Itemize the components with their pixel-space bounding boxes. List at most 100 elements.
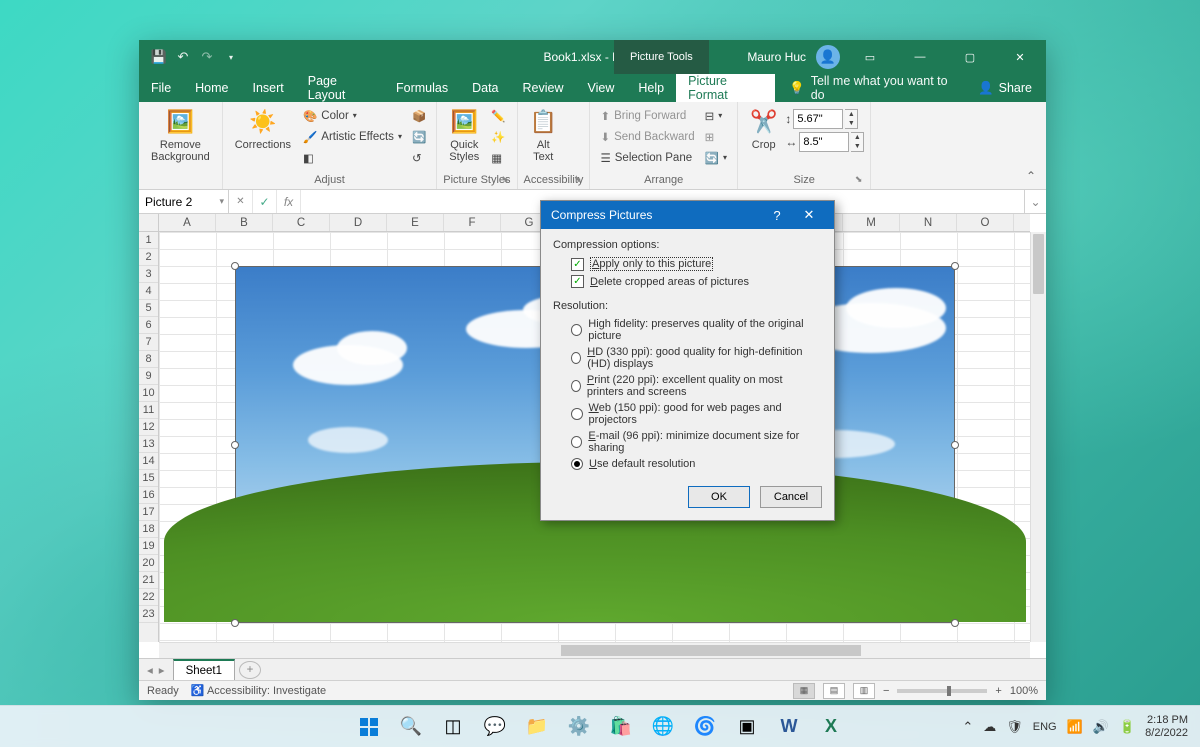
row-header[interactable]: 8 xyxy=(139,351,158,368)
edge-icon[interactable]: 🌀 xyxy=(686,708,724,746)
row-header[interactable]: 11 xyxy=(139,402,158,419)
default-resolution-radio[interactable]: Use default resolution xyxy=(553,456,822,472)
col-header[interactable]: M xyxy=(843,214,900,231)
change-picture-button[interactable]: 🔄 xyxy=(408,126,430,147)
cancel-button[interactable]: Cancel xyxy=(760,486,822,508)
add-sheet-button[interactable]: + xyxy=(239,661,261,679)
row-header[interactable]: 22 xyxy=(139,589,158,606)
fx-enter-icon[interactable]: ✓ xyxy=(253,190,277,213)
width-up-icon[interactable]: ▲ xyxy=(851,133,863,142)
row-header[interactable]: 21 xyxy=(139,572,158,589)
redo-icon[interactable]: ↷ xyxy=(197,47,217,67)
picture-border-button[interactable]: ✏️ xyxy=(487,105,509,126)
page-break-view-icon[interactable]: ▥ xyxy=(853,683,875,699)
terminal-icon[interactable]: ▣ xyxy=(728,708,766,746)
row-header[interactable]: 16 xyxy=(139,487,158,504)
row-header[interactable]: 5 xyxy=(139,300,158,317)
dialog-close-icon[interactable]: ✕ xyxy=(794,201,824,229)
share-button[interactable]: 👤 Share xyxy=(964,74,1046,102)
row-header[interactable]: 23 xyxy=(139,606,158,623)
ok-button[interactable]: OK xyxy=(688,486,750,508)
row-header[interactable]: 7 xyxy=(139,334,158,351)
chat-icon[interactable]: 💬 xyxy=(476,708,514,746)
qat-customize-icon[interactable]: ▾ xyxy=(221,47,241,67)
wifi-icon[interactable]: 📶 xyxy=(1067,719,1083,735)
explorer-icon[interactable]: 📁 xyxy=(518,708,556,746)
row-header[interactable]: 13 xyxy=(139,436,158,453)
start-icon[interactable] xyxy=(350,708,388,746)
accessibility-group-label[interactable]: Accessibility xyxy=(524,172,584,188)
zoom-slider[interactable] xyxy=(897,689,987,693)
row-header[interactable]: 17 xyxy=(139,504,158,521)
page-layout-view-icon[interactable]: ▤ xyxy=(823,683,845,699)
tab-home[interactable]: Home xyxy=(183,74,240,102)
ribbon-display-icon[interactable]: ▭ xyxy=(850,44,890,70)
clock[interactable]: 2:18 PM 8/2/2022 xyxy=(1145,714,1188,739)
collapse-ribbon-icon[interactable]: ⌃ xyxy=(1016,163,1046,189)
tab-review[interactable]: Review xyxy=(511,74,576,102)
height-input[interactable] xyxy=(793,109,843,129)
col-header[interactable]: O xyxy=(957,214,1014,231)
tab-file[interactable]: File xyxy=(139,74,183,102)
size-group-label[interactable]: Size xyxy=(744,172,864,188)
col-header[interactable]: F xyxy=(444,214,501,231)
picture-layout-button[interactable]: ▦ xyxy=(487,147,509,168)
selection-pane-button[interactable]: ☰Selection Pane xyxy=(596,147,698,168)
picture-effects-button[interactable]: ✨ xyxy=(487,126,509,147)
search-icon[interactable]: 🔍 xyxy=(392,708,430,746)
row-header[interactable]: 4 xyxy=(139,283,158,300)
volume-icon[interactable]: 🔊 xyxy=(1093,719,1109,735)
sheet-prev-icon[interactable]: ◂ xyxy=(147,663,153,677)
delete-cropped-checkbox[interactable]: ✓ Delete cropped areas of pictures xyxy=(553,273,822,290)
tell-me-search[interactable]: 💡 Tell me what you want to do xyxy=(775,74,964,102)
row-header[interactable]: 6 xyxy=(139,317,158,334)
fx-icon[interactable]: fx xyxy=(277,190,301,213)
settings-icon[interactable]: ⚙️ xyxy=(560,708,598,746)
col-header[interactable]: D xyxy=(330,214,387,231)
height-up-icon[interactable]: ▲ xyxy=(845,110,857,119)
transparency-button[interactable]: ◧ xyxy=(299,147,406,168)
task-view-icon[interactable]: ◫ xyxy=(434,708,472,746)
compress-pictures-button[interactable]: 📦 xyxy=(408,105,430,126)
row-header[interactable]: 9 xyxy=(139,368,158,385)
web-radio[interactable]: Web (150 ppi): good for web pages and pr… xyxy=(553,400,822,428)
language-indicator[interactable]: ENG xyxy=(1033,721,1057,733)
tab-formulas[interactable]: Formulas xyxy=(384,74,460,102)
group-button[interactable]: ⊞ xyxy=(701,126,731,147)
tab-insert[interactable]: Insert xyxy=(241,74,296,102)
color-button[interactable]: 🎨Color▾ xyxy=(299,105,406,126)
sheet-tab-sheet1[interactable]: Sheet1 xyxy=(173,659,235,680)
row-header[interactable]: 19 xyxy=(139,538,158,555)
close-icon[interactable]: ✕ xyxy=(1000,44,1040,70)
artistic-effects-button[interactable]: 🖌️Artistic Effects▾ xyxy=(299,126,406,147)
resize-handle[interactable] xyxy=(231,441,239,449)
print-radio[interactable]: Print (220 ppi): excellent quality on mo… xyxy=(553,372,822,400)
word-icon[interactable]: W xyxy=(770,708,808,746)
store-icon[interactable]: 🛍️ xyxy=(602,708,640,746)
tab-page-layout[interactable]: Page Layout xyxy=(296,74,384,102)
row-header[interactable]: 10 xyxy=(139,385,158,402)
dialog-titlebar[interactable]: Compress Pictures ? ✕ xyxy=(541,201,834,229)
accessibility-status[interactable]: ♿ Accessibility: Investigate xyxy=(191,684,326,697)
fx-cancel-icon[interactable]: ✕ xyxy=(229,190,253,213)
hd-radio[interactable]: HD (330 ppi): good quality for high-defi… xyxy=(553,344,822,372)
zoom-level[interactable]: 100% xyxy=(1010,685,1038,697)
tray-overflow-icon[interactable]: ⌃ xyxy=(962,719,973,735)
battery-icon[interactable]: 🔋 xyxy=(1119,719,1135,735)
zoom-out-icon[interactable]: − xyxy=(883,685,889,697)
align-button[interactable]: ⊟▾ xyxy=(701,105,731,126)
col-header[interactable]: N xyxy=(900,214,957,231)
tab-view[interactable]: View xyxy=(576,74,627,102)
quick-styles-button[interactable]: 🖼️ Quick Styles xyxy=(443,105,485,165)
maximize-icon[interactable]: ▢ xyxy=(950,44,990,70)
tab-data[interactable]: Data xyxy=(460,74,510,102)
corrections-button[interactable]: ☀️ Corrections xyxy=(229,105,297,153)
col-header[interactable]: B xyxy=(216,214,273,231)
picture-styles-group-label[interactable]: Picture Styles xyxy=(443,172,510,188)
minimize-icon[interactable]: — xyxy=(900,44,940,70)
remove-background-button[interactable]: 🖼️ Remove Background xyxy=(145,105,216,165)
resize-handle[interactable] xyxy=(231,619,239,627)
tab-help[interactable]: Help xyxy=(626,74,676,102)
height-down-icon[interactable]: ▼ xyxy=(845,119,857,128)
sheet-next-icon[interactable]: ▸ xyxy=(159,663,165,677)
